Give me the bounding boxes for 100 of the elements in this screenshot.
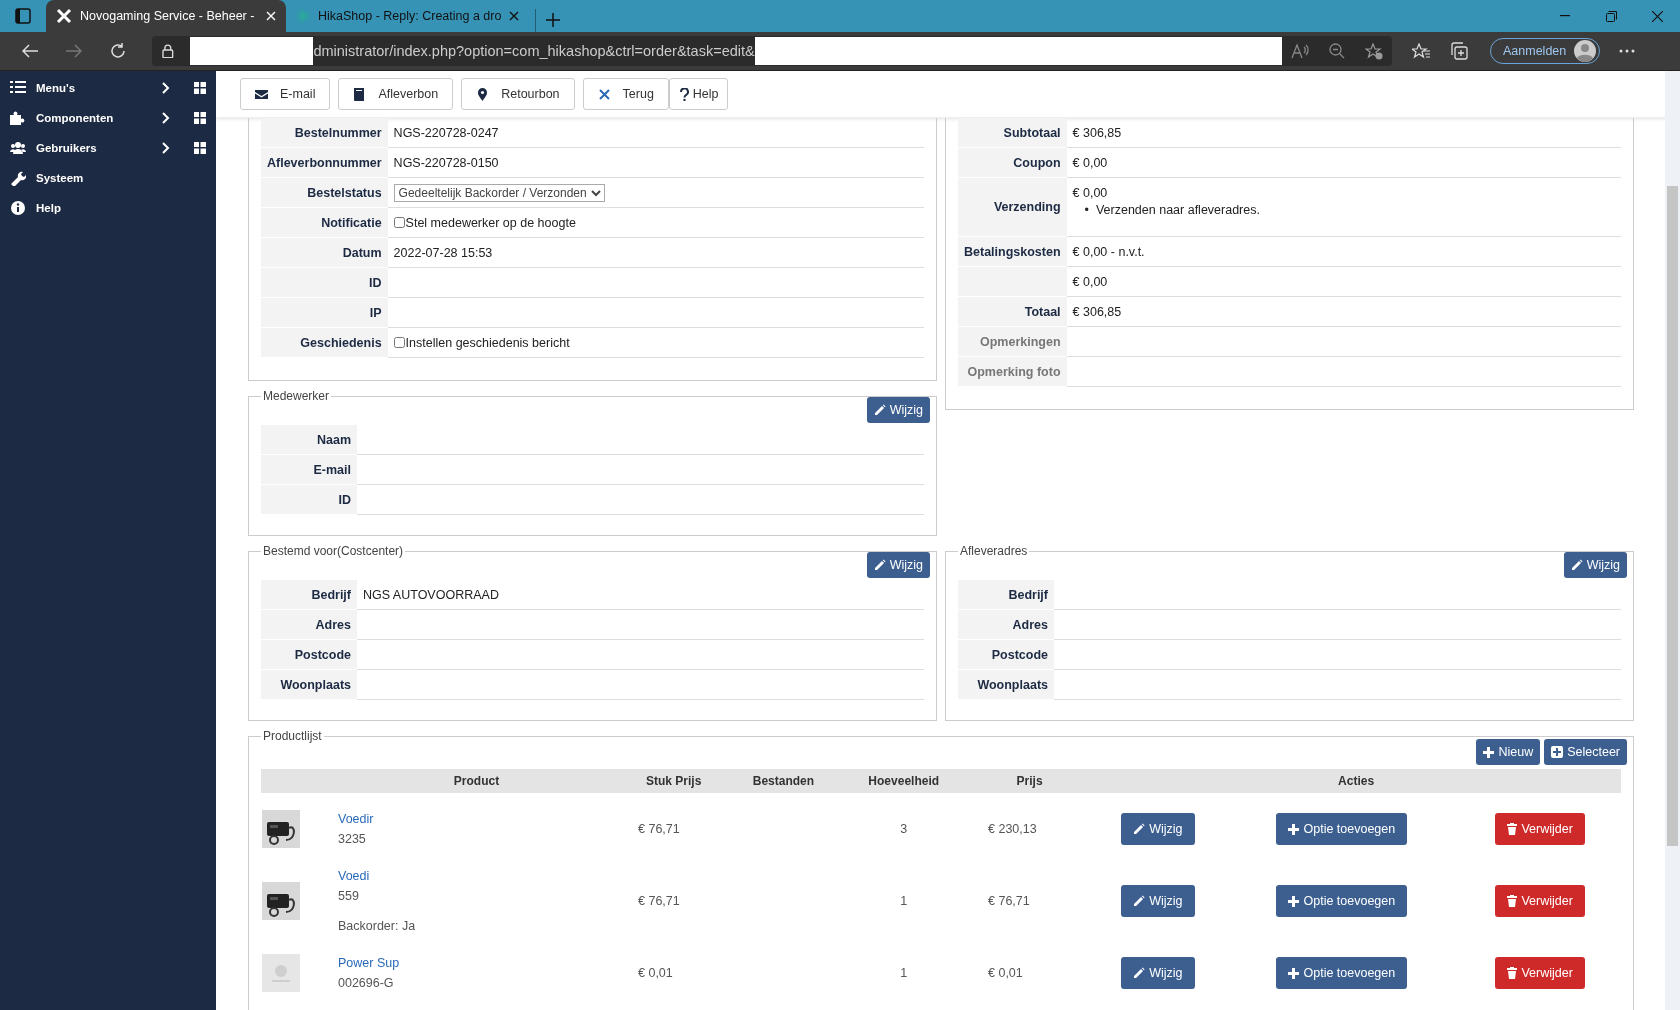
product-code: 3235 <box>338 832 367 846</box>
add-option-button[interactable]: Optie toevoegen <box>1276 957 1408 989</box>
column-header: Prijs <box>1016 774 1043 788</box>
plus-icon[interactable] <box>546 13 561 27</box>
field-value: € 306,85 <box>1072 125 1122 140</box>
field-label: Opmerkingen <box>980 334 1061 349</box>
read-aloud-icon[interactable] <box>1291 43 1310 59</box>
product-link[interactable]: Voedir <box>338 812 619 826</box>
restore-icon[interactable] <box>1605 10 1617 22</box>
browser-tab[interactable]: HikaShop - Reply: Creating a dro <box>286 0 530 32</box>
edit-button[interactable]: Wijzig <box>1563 552 1627 578</box>
column-header: Product <box>453 774 500 788</box>
status-dropdown[interactable]: Gedeeltelijk Backorder / Verzonden <box>393 183 605 202</box>
edit-button[interactable]: Wijzig <box>1121 957 1195 989</box>
toolbar-button[interactable]: E-mail <box>240 78 331 110</box>
field-label: ID <box>338 492 351 507</box>
users-icon <box>10 140 26 156</box>
field-label: Adres <box>315 617 351 632</box>
browser-tab[interactable]: Novogaming Service - Beheer - <box>46 0 286 32</box>
field-label: Geschiedenis <box>300 335 382 350</box>
field-value: NGS AUTOVOORRAAD <box>363 587 499 602</box>
puzzle-icon <box>10 110 26 126</box>
favorites-icon[interactable] <box>1412 43 1430 59</box>
column-header: Hoeveelheid <box>868 774 940 788</box>
field-label: Postcode <box>991 647 1048 662</box>
more-icon[interactable] <box>1619 49 1636 53</box>
field-value: NGS-220728-0247 <box>393 125 499 140</box>
forward-arrow-icon[interactable] <box>66 44 82 58</box>
book-icon <box>353 87 367 101</box>
reload-icon[interactable] <box>110 43 126 59</box>
close-icon[interactable] <box>1651 10 1663 22</box>
dashboard-icon[interactable] <box>194 112 206 124</box>
column-header: Stuk Prijs <box>646 774 702 788</box>
toolbar-button[interactable]: Retourbon <box>461 78 575 110</box>
pencil-icon <box>1570 559 1583 571</box>
tab-actions-icon[interactable] <box>15 8 31 24</box>
chevron-right-icon[interactable] <box>162 112 170 124</box>
product-code: 559 <box>338 889 360 903</box>
minimize-icon[interactable] <box>1560 15 1570 17</box>
url-text[interactable]: dministrator/index.php?option=com_hikashop&ctrl=order&task=edit& <box>313 43 755 59</box>
delete-button[interactable]: Verwijder <box>1495 885 1585 917</box>
edit-button[interactable]: Wijzig <box>866 397 930 423</box>
checkbox-label[interactable]: Stel medewerker op de hoogte <box>405 215 576 230</box>
back-arrow-icon[interactable] <box>22 44 38 58</box>
trash-icon <box>1507 823 1518 835</box>
plus-icon <box>1483 746 1495 758</box>
sidebar-item[interactable]: Menu's <box>0 73 216 103</box>
field-label: Bestelstatus <box>307 185 382 200</box>
quantity: 3 <box>900 822 908 836</box>
close-icon[interactable] <box>509 11 520 21</box>
lock-icon[interactable] <box>162 44 174 58</box>
pencil-icon <box>873 559 886 571</box>
product-link[interactable]: Power Sup <box>338 956 619 970</box>
column-header: Acties <box>1338 774 1375 788</box>
section-legend: Medewerker <box>261 389 332 403</box>
select-button[interactable]: Selecteer <box>1544 739 1627 765</box>
zoom-out-icon[interactable] <box>1328 43 1345 59</box>
delete-button[interactable]: Verwijder <box>1495 813 1585 845</box>
new-button[interactable]: Nieuw <box>1476 739 1541 765</box>
dashboard-icon[interactable] <box>194 142 206 154</box>
sidebar-item[interactable]: Componenten <box>0 103 216 133</box>
field-label: Bestelnummer <box>294 125 382 140</box>
trash-icon <box>1507 895 1518 907</box>
sidebar-item[interactable]: Gebruikers <box>0 133 216 163</box>
chevron-right-icon[interactable] <box>162 82 170 94</box>
scrollbar[interactable] <box>1665 71 1680 1010</box>
add-option-button[interactable]: Optie toevoegen <box>1276 813 1408 845</box>
field-value: € 0,00 <box>1072 274 1108 289</box>
add-option-button[interactable]: Optie toevoegen <box>1276 885 1408 917</box>
checkbox[interactable] <box>393 217 405 228</box>
field-label: Afleverbonnummer <box>267 155 382 170</box>
checkbox-label[interactable]: Instellen geschiedenis bericht <box>405 335 570 350</box>
sidebar-item[interactable]: Help <box>0 193 216 223</box>
info-icon <box>10 200 26 216</box>
toolbar-button[interactable]: Help <box>668 78 728 110</box>
toolbar-button[interactable]: Afleverbon <box>338 78 454 110</box>
chevron-right-icon[interactable] <box>162 142 170 154</box>
backorder-status: Backorder: Ja <box>338 919 417 933</box>
delete-button[interactable]: Verwijder <box>1495 957 1585 989</box>
quantity: 1 <box>900 966 908 980</box>
add-favorite-icon[interactable] <box>1364 42 1383 60</box>
toolbar-button[interactable]: Terug <box>582 78 669 110</box>
edit-button[interactable]: Wijzig <box>1121 885 1195 917</box>
edit-button[interactable]: Wijzig <box>866 552 930 578</box>
collections-icon[interactable] <box>1450 42 1468 60</box>
product-link[interactable]: Voedi <box>338 869 619 883</box>
envelope-icon <box>255 87 268 101</box>
plus-icon <box>1288 823 1300 835</box>
edit-button[interactable]: Wijzig <box>1121 813 1195 845</box>
field-label: Datum <box>342 245 382 260</box>
sidebar-item[interactable]: Systeem <box>0 163 216 193</box>
checkbox[interactable] <box>393 337 405 348</box>
price: € 0,01 <box>988 966 1023 980</box>
field-value: € 0,00 <box>1072 155 1108 170</box>
product-code: 002696-G <box>338 976 395 990</box>
price: € 230,13 <box>988 822 1037 836</box>
field-value: € 0,00 <box>1072 186 1108 200</box>
field-label: Bedrijf <box>1008 587 1048 602</box>
pencil-icon <box>873 404 886 416</box>
dashboard-icon[interactable] <box>194 82 206 94</box>
